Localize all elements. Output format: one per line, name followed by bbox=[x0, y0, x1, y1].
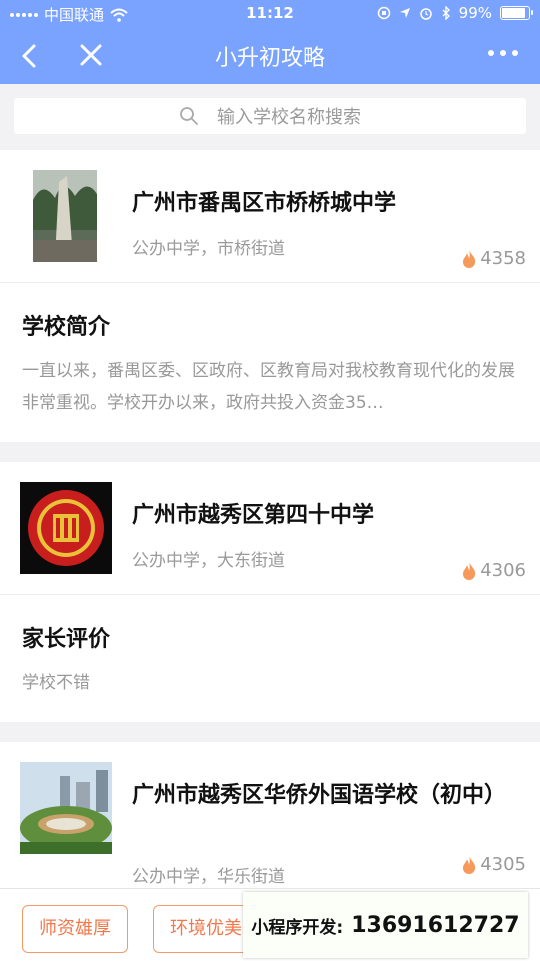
heat-value: 4305 bbox=[480, 854, 526, 875]
bluetooth-icon bbox=[442, 6, 450, 20]
school-card[interactable]: 广州市越秀区华侨外国语学校（初中） 公办中学，华乐街道 4305 bbox=[0, 742, 540, 888]
school-name[interactable]: 广州市番禺区市桥桥城中学 bbox=[132, 186, 522, 222]
section-text: 学校不错 bbox=[22, 673, 90, 693]
heat-count: 4306 bbox=[461, 560, 526, 581]
school-photo bbox=[33, 170, 97, 262]
school-header[interactable]: 广州市越秀区华侨外国语学校（初中） 公办中学，华乐街道 4305 bbox=[0, 742, 540, 888]
flame-icon bbox=[463, 855, 476, 874]
school-card[interactable]: 广州市越秀区第四十中学 公办中学，大东街道 4306 家长评价 学校不错 bbox=[0, 462, 540, 722]
battery-icon bbox=[500, 6, 533, 20]
header: 中国联通 11:12 99% 小升初攻略 bbox=[0, 0, 540, 84]
page-title: 小升初攻略 bbox=[214, 46, 325, 71]
flame-icon bbox=[463, 249, 476, 268]
tag-teachers[interactable]: 师资雄厚 bbox=[22, 905, 128, 953]
school-meta: 公办中学，市桥街道 bbox=[132, 239, 285, 259]
watermark-label: 小程序开发: bbox=[251, 917, 344, 938]
school-card[interactable]: 广州市番禺区市桥桥城中学 公办中学，市桥街道 4358 学校简介 一直以来，番禺… bbox=[0, 150, 540, 442]
section-title: 家长评价 bbox=[22, 627, 111, 652]
school-meta: 公办中学，华乐街道 bbox=[132, 867, 285, 887]
school-name[interactable]: 广州市越秀区华侨外国语学校（初中） bbox=[132, 778, 522, 814]
school-name[interactable]: 广州市越秀区第四十中学 bbox=[132, 498, 522, 534]
heat-count: 4305 bbox=[461, 854, 526, 875]
watermark-phone: 13691612727 bbox=[351, 912, 520, 938]
heat-value: 4306 bbox=[480, 560, 526, 581]
rotation-lock-icon bbox=[377, 6, 390, 20]
alarm-icon bbox=[419, 8, 432, 20]
section-title: 学校简介 bbox=[22, 315, 111, 340]
heat-count: 4358 bbox=[461, 248, 526, 269]
school-photo bbox=[20, 762, 112, 854]
search-icon bbox=[180, 107, 198, 125]
search-bar: 输入学校名称搜索 bbox=[0, 84, 540, 150]
flame-icon bbox=[463, 561, 476, 580]
search-placeholder: 输入学校名称搜索 bbox=[217, 107, 361, 128]
nav-bar: 小升初攻略 bbox=[0, 28, 540, 84]
heat-value: 4358 bbox=[480, 248, 526, 269]
more-icon[interactable] bbox=[488, 50, 518, 56]
status-bar: 中国联通 11:12 99% bbox=[0, 0, 540, 28]
school-header[interactable]: 广州市越秀区第四十中学 公办中学，大东街道 4306 bbox=[0, 462, 540, 595]
school-header[interactable]: 广州市番禺区市桥桥城中学 公办中学，市桥街道 4358 bbox=[0, 150, 540, 283]
location-icon bbox=[399, 8, 410, 18]
battery-percent: 99% bbox=[458, 4, 492, 22]
school-meta: 公办中学，大东街道 bbox=[132, 551, 285, 571]
developer-watermark: 小程序开发: 13691612727 bbox=[243, 892, 528, 958]
school-logo bbox=[20, 482, 112, 574]
search-input[interactable]: 输入学校名称搜索 bbox=[14, 98, 526, 134]
section-text: 一直以来，番禺区委、区政府、区教育局对我校教育现代化的发展非常重视。学校开办以来… bbox=[22, 361, 515, 413]
